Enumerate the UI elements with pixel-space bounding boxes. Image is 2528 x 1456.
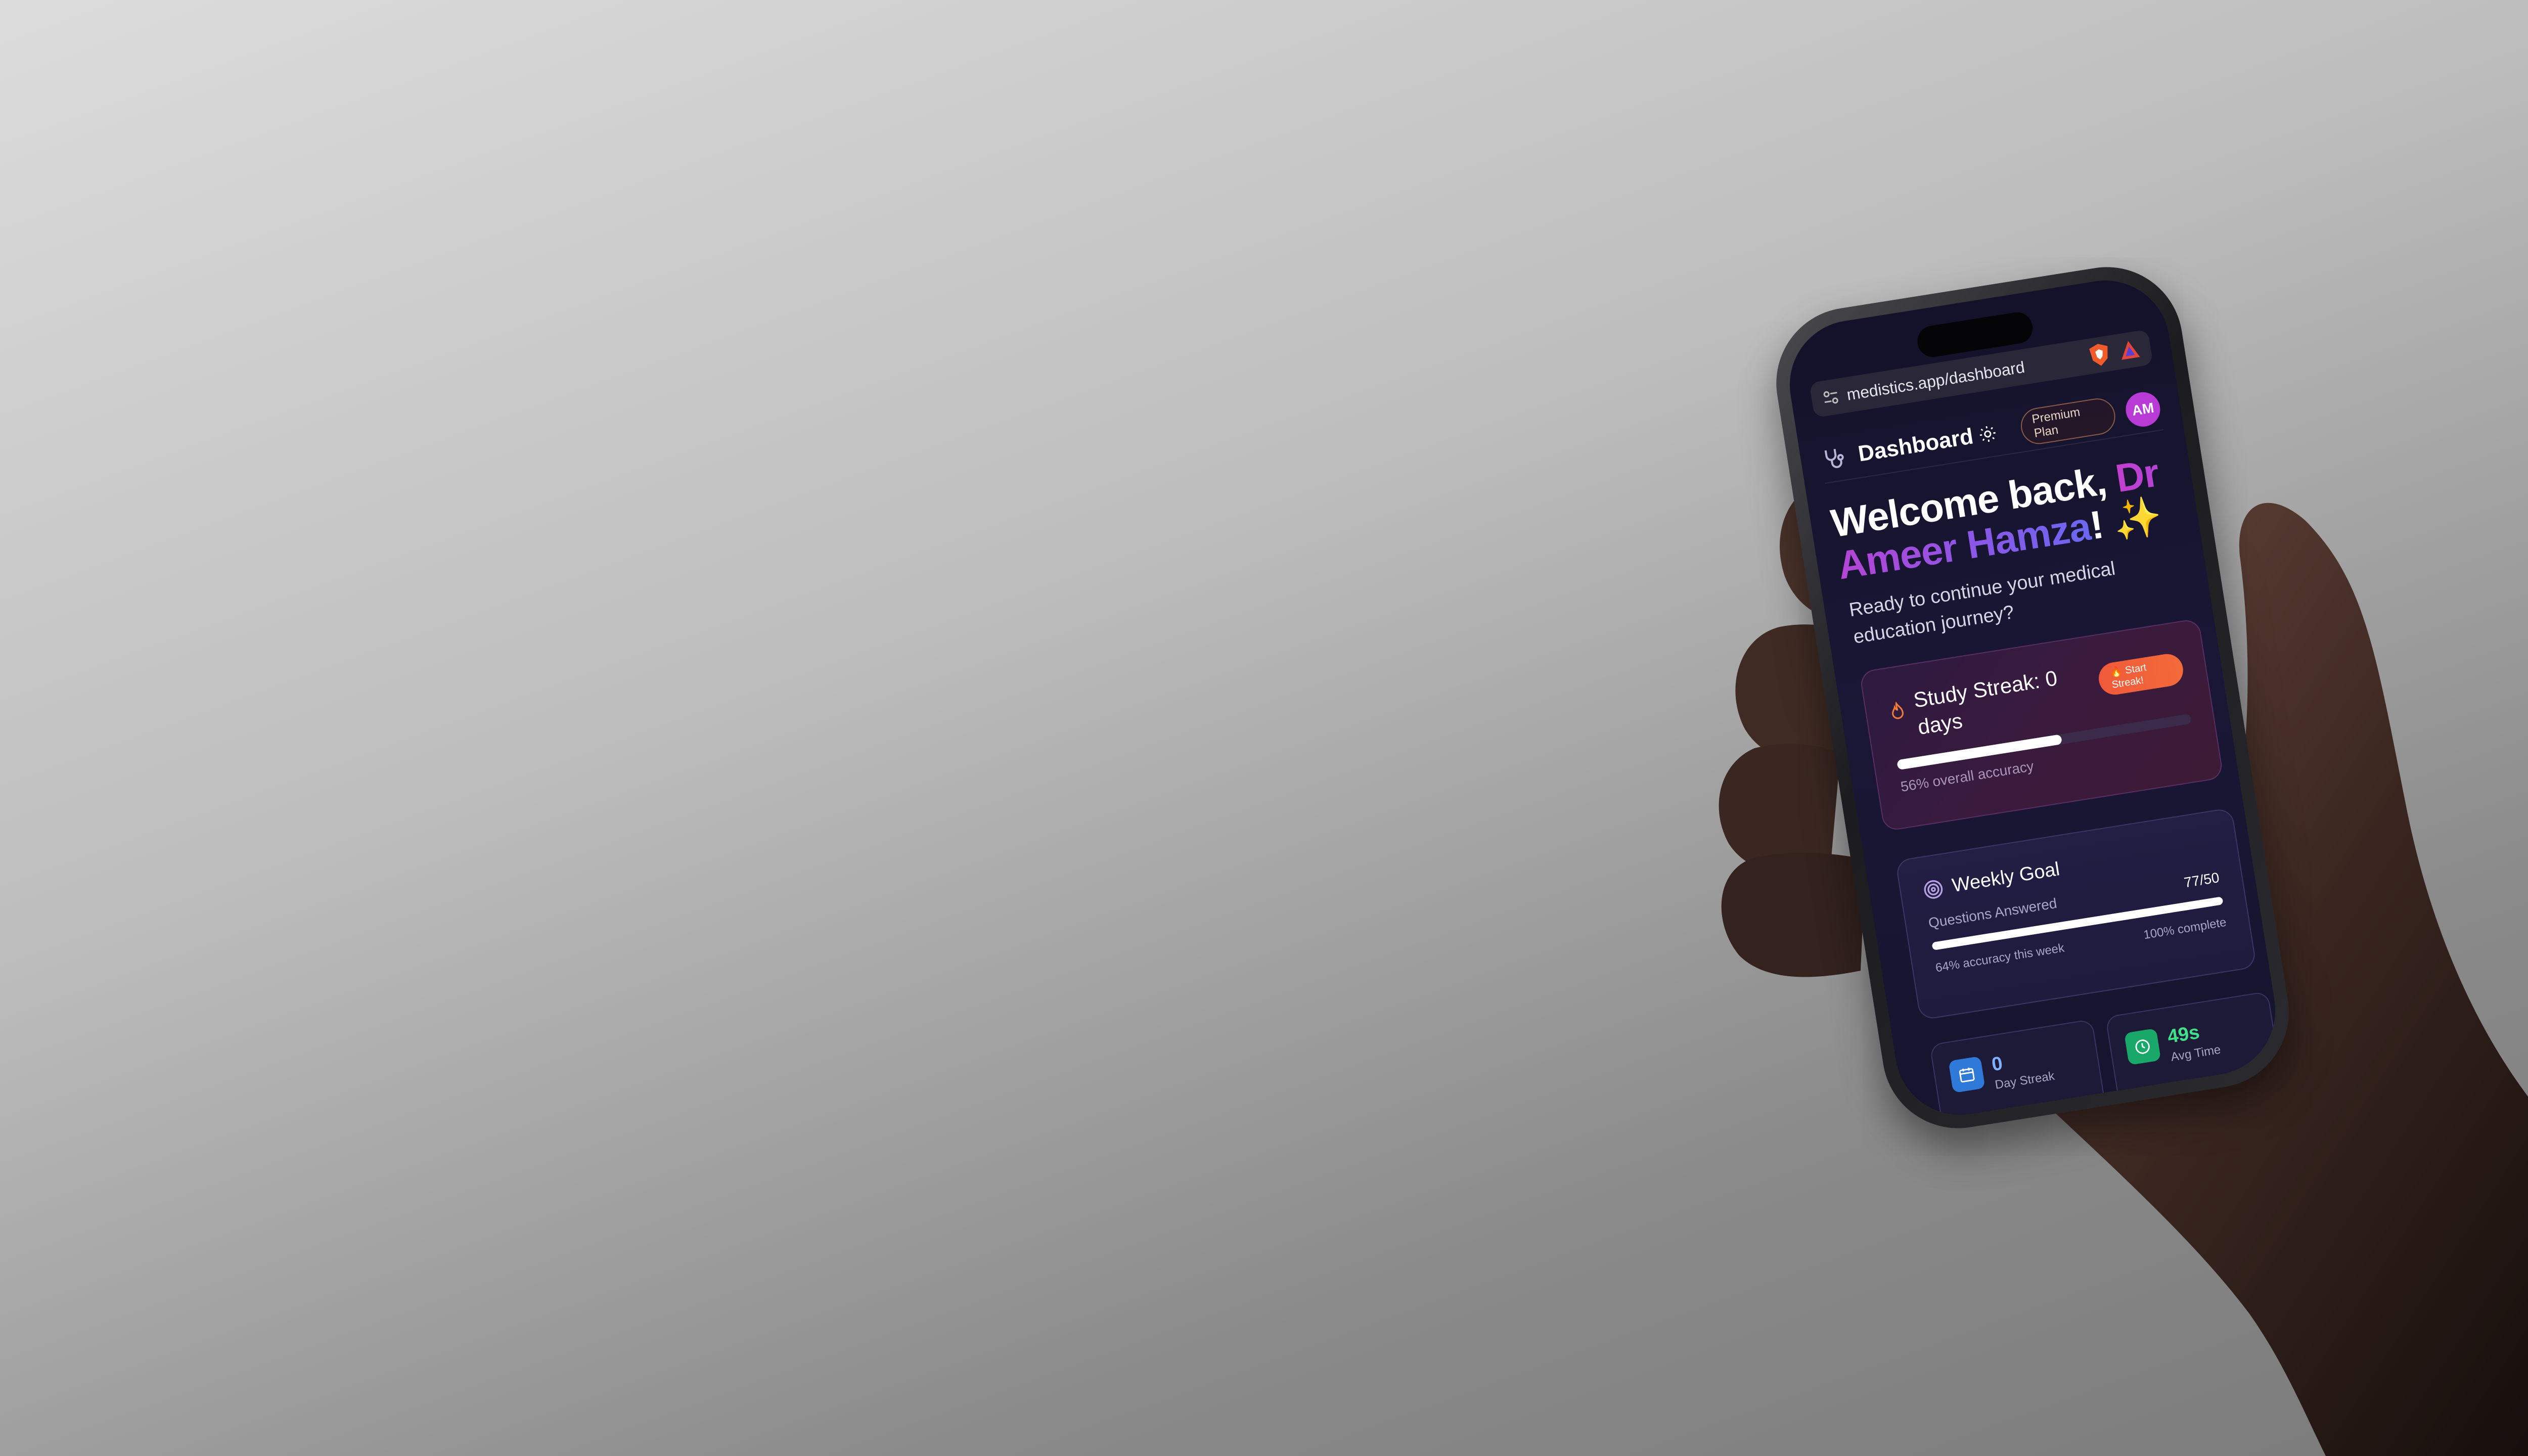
brave-rewards-icon[interactable]: [2116, 336, 2142, 363]
streak-title: Study Streak: 0 days: [1912, 666, 2059, 739]
site-settings-icon[interactable]: [1821, 387, 1841, 407]
calendar-icon: [1948, 1056, 1985, 1094]
url-text[interactable]: medistics.app/dashboard: [1845, 349, 2082, 404]
stat-value: 49s: [2166, 1021, 2201, 1048]
questions-answered-count: 77/50: [2183, 869, 2221, 891]
start-streak-button[interactable]: 🔥 Start Streak!: [2096, 652, 2186, 697]
stats-row: 0 Day Streak 49s Avg Time: [1929, 991, 2282, 1124]
theme-toggle-icon[interactable]: [1978, 424, 1998, 444]
weekly-complete-note: 100% complete: [2142, 915, 2228, 942]
stat-avg-time[interactable]: 49s Avg Time: [2105, 991, 2282, 1102]
stethoscope-logo-icon[interactable]: [1819, 442, 1850, 474]
study-streak-card: Study Streak: 0 days 🔥 Start Streak! 56%…: [1859, 618, 2224, 832]
weekly-goal-title: Weekly Goal: [1951, 858, 2061, 897]
page-title: Dashboard: [1856, 424, 1975, 467]
avatar[interactable]: AM: [2123, 389, 2163, 429]
phone: medistics.app/dashboard Dashboard Premiu…: [1765, 256, 2300, 1140]
phone-screen: medistics.app/dashboard Dashboard Premiu…: [1780, 271, 2285, 1124]
flame-icon: [1892, 701, 1904, 719]
target-icon: [1924, 880, 1943, 899]
clock-icon: [2124, 1028, 2161, 1066]
brave-shield-icon[interactable]: [2087, 341, 2112, 369]
stat-day-streak[interactable]: 0 Day Streak: [1929, 1019, 2106, 1124]
weekly-goal-card: Weekly Goal Questions Answered 77/50 64%…: [1895, 807, 2257, 1021]
plan-badge[interactable]: Premium Plan: [2018, 396, 2118, 447]
